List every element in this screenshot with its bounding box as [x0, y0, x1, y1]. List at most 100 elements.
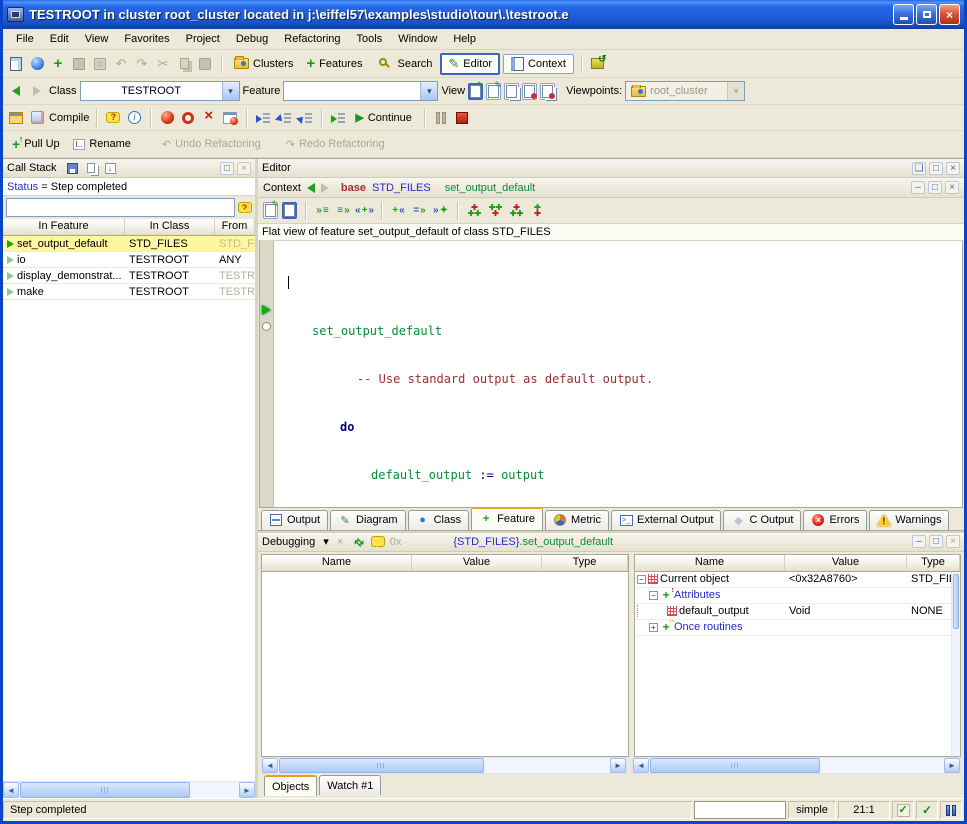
- breakpoint-slot-icon[interactable]: [262, 322, 271, 331]
- flat-feature-button[interactable]: +: [282, 202, 297, 219]
- callers-icon[interactable]: »≡: [314, 202, 331, 219]
- context-library[interactable]: base: [341, 182, 366, 194]
- scroll-thumb[interactable]: [20, 782, 190, 798]
- new-window-icon[interactable]: [7, 55, 25, 73]
- collapse-icon[interactable]: −: [637, 575, 646, 584]
- open-icon[interactable]: [28, 55, 46, 73]
- implementers-icon[interactable]: «+»: [356, 202, 373, 219]
- watch-column-name[interactable]: Name: [262, 555, 412, 571]
- feature-combobox[interactable]: ▾: [283, 81, 438, 101]
- class-combobox[interactable]: TESTROOT ▾: [80, 81, 240, 101]
- clickable-view-button[interactable]: ✎: [486, 83, 501, 100]
- stack-frame-row[interactable]: display_demonstrat... TESTROOT TESTROOT: [3, 268, 255, 284]
- menu-window[interactable]: Window: [391, 31, 444, 47]
- system-info-icon[interactable]: i: [125, 109, 143, 127]
- run-debug-icon[interactable]: [158, 109, 176, 127]
- scroll-right-arrow[interactable]: ►: [944, 758, 960, 773]
- stack-depth-icon[interactable]: ↓: [103, 161, 118, 175]
- tree-row-attributes[interactable]: −+Attributes: [635, 588, 951, 604]
- menu-favorites[interactable]: Favorites: [117, 31, 176, 47]
- objects-vscrollbar[interactable]: [951, 572, 960, 757]
- exception-message-field[interactable]: [6, 198, 235, 217]
- tab-errors[interactable]: ×Errors: [803, 510, 867, 530]
- context-back-icon[interactable]: [307, 183, 315, 193]
- creators-icon[interactable]: »✦: [432, 202, 449, 219]
- assignees-icon[interactable]: =»: [411, 202, 428, 219]
- flat-contract-view-button[interactable]: [540, 83, 555, 100]
- feature-combo-arrow[interactable]: ▾: [420, 82, 437, 100]
- code-editor[interactable]: set_output_default -- Use standard outpu…: [259, 241, 963, 508]
- run-no-stop-icon[interactable]: [179, 109, 197, 127]
- step-over-icon[interactable]: [254, 109, 272, 127]
- objects-hscrollbar[interactable]: ◄ ►: [632, 757, 961, 774]
- project-settings-icon[interactable]: [7, 109, 25, 127]
- menu-file[interactable]: File: [9, 31, 41, 47]
- context-close-icon[interactable]: ×: [945, 181, 959, 194]
- menu-edit[interactable]: Edit: [43, 31, 76, 47]
- watch-column-value[interactable]: Value: [412, 555, 542, 571]
- edit-feature-button[interactable]: ✎: [263, 202, 278, 219]
- descendant-versions-icon[interactable]: ✚✚: [529, 202, 546, 219]
- column-in-feature[interactable]: In Feature: [3, 219, 125, 235]
- tab-metric[interactable]: Metric: [545, 510, 609, 530]
- scroll-thumb[interactable]: [279, 758, 484, 773]
- tab-c-output[interactable]: ◆C Output: [723, 510, 801, 530]
- compile-label[interactable]: Compile: [49, 112, 89, 124]
- tab-watch-1[interactable]: Watch #1: [319, 775, 381, 795]
- assigners-icon[interactable]: +«: [390, 202, 407, 219]
- minimize-button[interactable]: [893, 4, 914, 25]
- tab-diagram[interactable]: ✎Diagram: [330, 510, 406, 530]
- menu-tools[interactable]: Tools: [350, 31, 390, 47]
- add-project-icon[interactable]: +: [49, 55, 67, 73]
- column-from[interactable]: From: [215, 219, 255, 235]
- class-combo-arrow[interactable]: ▾: [222, 82, 239, 100]
- stack-frame-row[interactable]: make TESTROOT TESTROOT: [3, 284, 255, 300]
- call-stack-titlebar[interactable]: Call Stack ↓ □ ×: [3, 159, 255, 178]
- stop-application-icon[interactable]: [453, 109, 471, 127]
- debugging-menu-arrow[interactable]: ▾: [323, 535, 329, 548]
- search-button[interactable]: Search: [371, 54, 438, 74]
- context-maximize-icon[interactable]: □: [928, 181, 942, 194]
- callees-icon[interactable]: ≡»: [335, 202, 352, 219]
- debugging-titlebar[interactable]: Debugging ▾ × ⇄ 0x {STD_FILES}.set_outpu…: [258, 533, 964, 552]
- editor-restore-icon[interactable]: ❏: [912, 162, 926, 175]
- pull-up-button[interactable]: + Pull Up: [7, 135, 65, 153]
- call-stack-close-icon[interactable]: ×: [237, 162, 251, 175]
- external-editor-icon[interactable]: [589, 55, 607, 73]
- close-button[interactable]: ×: [939, 4, 960, 25]
- debugging-maximize-icon[interactable]: □: [929, 535, 943, 548]
- call-stack-hscrollbar[interactable]: ◄ ►: [3, 781, 255, 798]
- objects-column-name[interactable]: Name: [635, 555, 785, 571]
- menu-refactoring[interactable]: Refactoring: [277, 31, 347, 47]
- objects-tree[interactable]: −Current object <0x32A8760> STD_FILES −+…: [635, 572, 951, 757]
- stop-debug-icon[interactable]: [200, 109, 218, 127]
- code-text[interactable]: set_output_default -- Use standard outpu…: [274, 241, 962, 507]
- features-button[interactable]: + Features: [301, 54, 367, 73]
- context-minimize-icon[interactable]: –: [911, 181, 925, 194]
- editor-maximize-icon[interactable]: □: [929, 162, 943, 175]
- ancestor-versions-icon[interactable]: ✚✚✚: [508, 202, 525, 219]
- menu-project[interactable]: Project: [179, 31, 227, 47]
- contract-view-button[interactable]: [522, 83, 537, 100]
- scroll-thumb[interactable]: [650, 758, 820, 773]
- tree-row-once-routines[interactable]: ++Once routines: [635, 620, 951, 636]
- context-feature-link[interactable]: set_output_default: [445, 182, 536, 194]
- editor-titlebar[interactable]: Editor ❏ □ ×: [258, 159, 964, 178]
- history-back-icon[interactable]: [7, 82, 25, 100]
- stack-frame-row[interactable]: io TESTROOT ANY: [3, 252, 255, 268]
- step-into-icon[interactable]: [275, 109, 293, 127]
- tab-warnings[interactable]: Warnings: [869, 510, 949, 530]
- copy-call-stack-icon[interactable]: [84, 161, 99, 175]
- step-out-icon[interactable]: [296, 109, 314, 127]
- tab-output[interactable]: Output: [261, 510, 328, 530]
- save-call-stack-icon[interactable]: [65, 161, 80, 175]
- menu-view[interactable]: View: [78, 31, 116, 47]
- menu-help[interactable]: Help: [446, 31, 483, 47]
- scroll-right-arrow[interactable]: ►: [610, 758, 626, 773]
- descendants-icon[interactable]: ✚✚✚: [487, 202, 504, 219]
- editor-close-icon[interactable]: ×: [946, 162, 960, 175]
- run-to-cursor-icon[interactable]: [329, 109, 347, 127]
- title-bar[interactable]: TESTROOT in cluster root_cluster located…: [3, 0, 964, 29]
- scroll-right-arrow[interactable]: ►: [239, 782, 255, 798]
- context-class-link[interactable]: STD_FILES: [372, 182, 431, 194]
